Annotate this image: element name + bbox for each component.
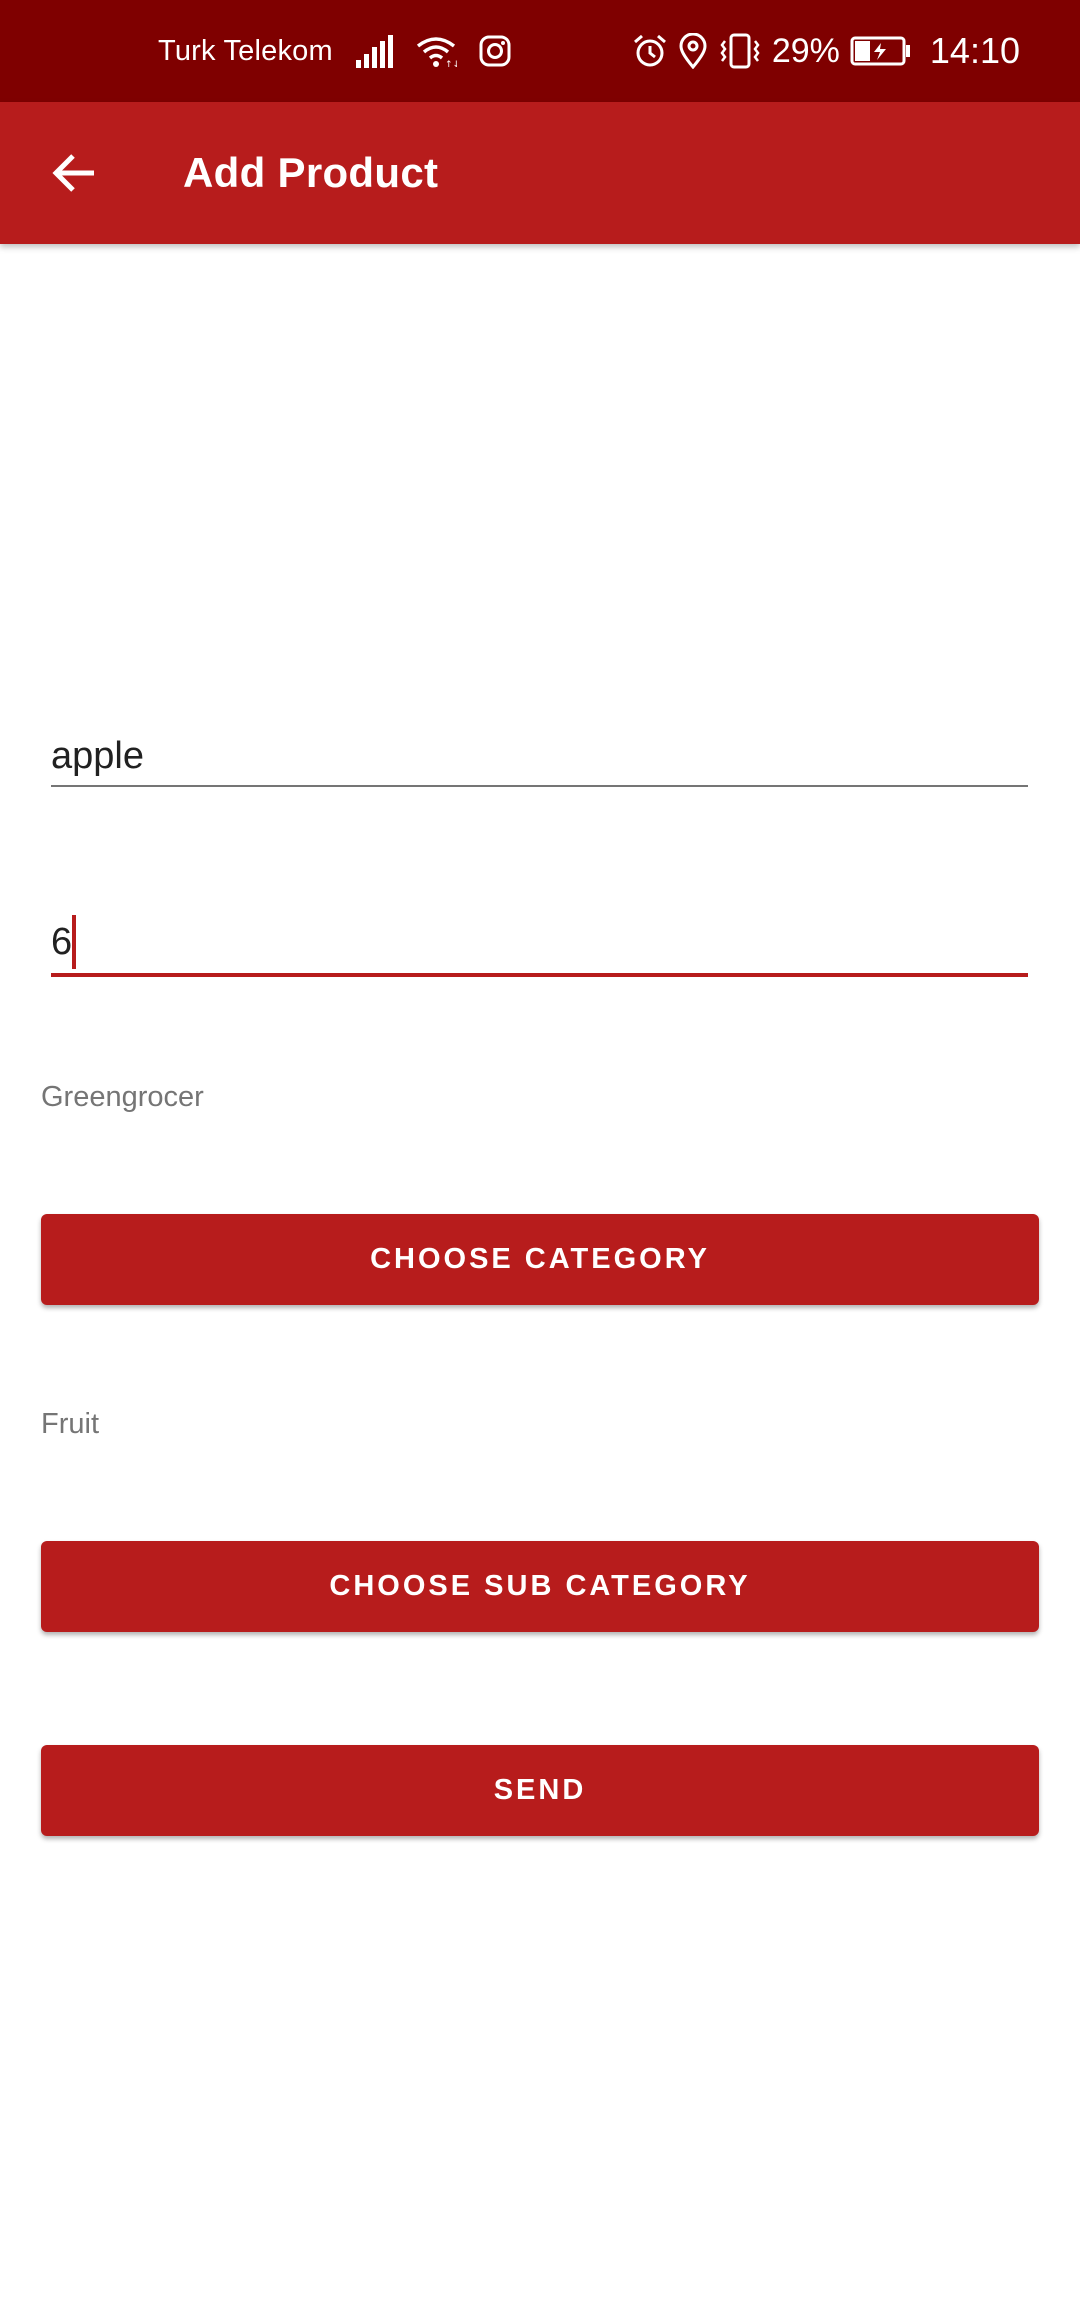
send-button[interactable]: SEND bbox=[41, 1745, 1039, 1836]
wifi-icon: ↑↓ bbox=[415, 34, 457, 68]
signal-icon bbox=[355, 34, 393, 68]
quantity-input[interactable] bbox=[51, 912, 1028, 972]
selected-category-label: Greengrocer bbox=[41, 1081, 204, 1113]
clock: 14:10 bbox=[929, 30, 1020, 71]
alarm-icon bbox=[632, 33, 668, 69]
vibrate-icon bbox=[718, 33, 762, 69]
product-name-input[interactable] bbox=[51, 726, 1028, 786]
status-left: Turk Telekom ↑↓ bbox=[158, 0, 511, 102]
product-name-field bbox=[51, 726, 1028, 788]
page-title: Add Product bbox=[183, 149, 439, 196]
location-icon bbox=[678, 33, 708, 69]
arrow-left-icon bbox=[52, 153, 96, 193]
selected-sub-category-label: Fruit bbox=[41, 1408, 99, 1440]
instagram-icon bbox=[479, 35, 511, 67]
app-bar: Add Product bbox=[0, 102, 1080, 244]
text-cursor bbox=[72, 915, 76, 969]
product-name-underline bbox=[51, 785, 1028, 787]
carrier-name: Turk Telekom bbox=[158, 34, 333, 67]
battery-percent: 29% bbox=[771, 31, 840, 70]
back-button[interactable] bbox=[30, 129, 118, 217]
choose-sub-category-button[interactable]: CHOOSE SUB CATEGORY bbox=[41, 1541, 1039, 1632]
choose-category-button[interactable]: CHOOSE CATEGORY bbox=[41, 1214, 1039, 1305]
quantity-underline bbox=[51, 973, 1028, 977]
status-bar: Turk Telekom ↑↓ 29% 14:10 bbox=[0, 0, 1080, 102]
battery-charging-icon bbox=[850, 36, 912, 66]
status-right: 29% 14:10 bbox=[632, 0, 1020, 102]
quantity-field bbox=[51, 912, 1028, 978]
svg-text:↑↓: ↑↓ bbox=[445, 60, 457, 68]
